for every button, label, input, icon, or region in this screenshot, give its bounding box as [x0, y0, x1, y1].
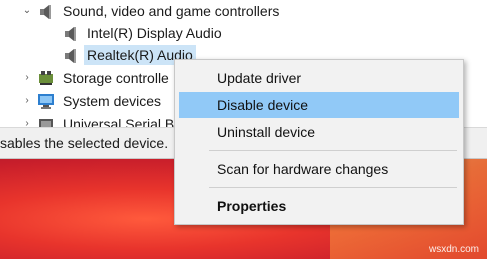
menu-separator: [209, 150, 457, 151]
menu-item-properties[interactable]: Properties: [179, 193, 459, 219]
collapse-chevron-icon[interactable]: ⌄: [22, 6, 32, 16]
storage-controller-icon: [39, 71, 53, 85]
context-menu: Update driver Disable device Uninstall d…: [174, 59, 464, 225]
status-text: sables the selected device.: [0, 135, 169, 151]
tree-category-sound[interactable]: Sound, video and game controllers: [63, 3, 279, 19]
expand-chevron-icon[interactable]: ›: [22, 119, 32, 128]
expand-chevron-icon[interactable]: ›: [22, 96, 32, 106]
expand-chevron-icon[interactable]: ›: [22, 73, 32, 83]
menu-separator: [209, 187, 457, 188]
system-devices-icon: [38, 94, 54, 109]
speaker-icon: [40, 5, 51, 19]
menu-item-scan-hardware[interactable]: Scan for hardware changes: [179, 156, 459, 182]
menu-item-update-driver[interactable]: Update driver: [179, 65, 459, 91]
usb-controller-icon: [39, 119, 53, 127]
tree-category-system-devices[interactable]: System devices: [63, 93, 161, 109]
tree-item-intel-display-audio[interactable]: Intel(R) Display Audio: [87, 25, 222, 41]
menu-item-disable-device[interactable]: Disable device: [179, 92, 459, 118]
speaker-icon: [65, 27, 76, 41]
watermark-text: wsxdn.com: [428, 244, 479, 255]
tree-category-usb[interactable]: Universal Serial B: [63, 116, 174, 127]
tree-category-storage[interactable]: Storage controlle: [63, 70, 169, 86]
speaker-icon: [65, 49, 76, 63]
menu-item-uninstall-device[interactable]: Uninstall device: [179, 119, 459, 145]
